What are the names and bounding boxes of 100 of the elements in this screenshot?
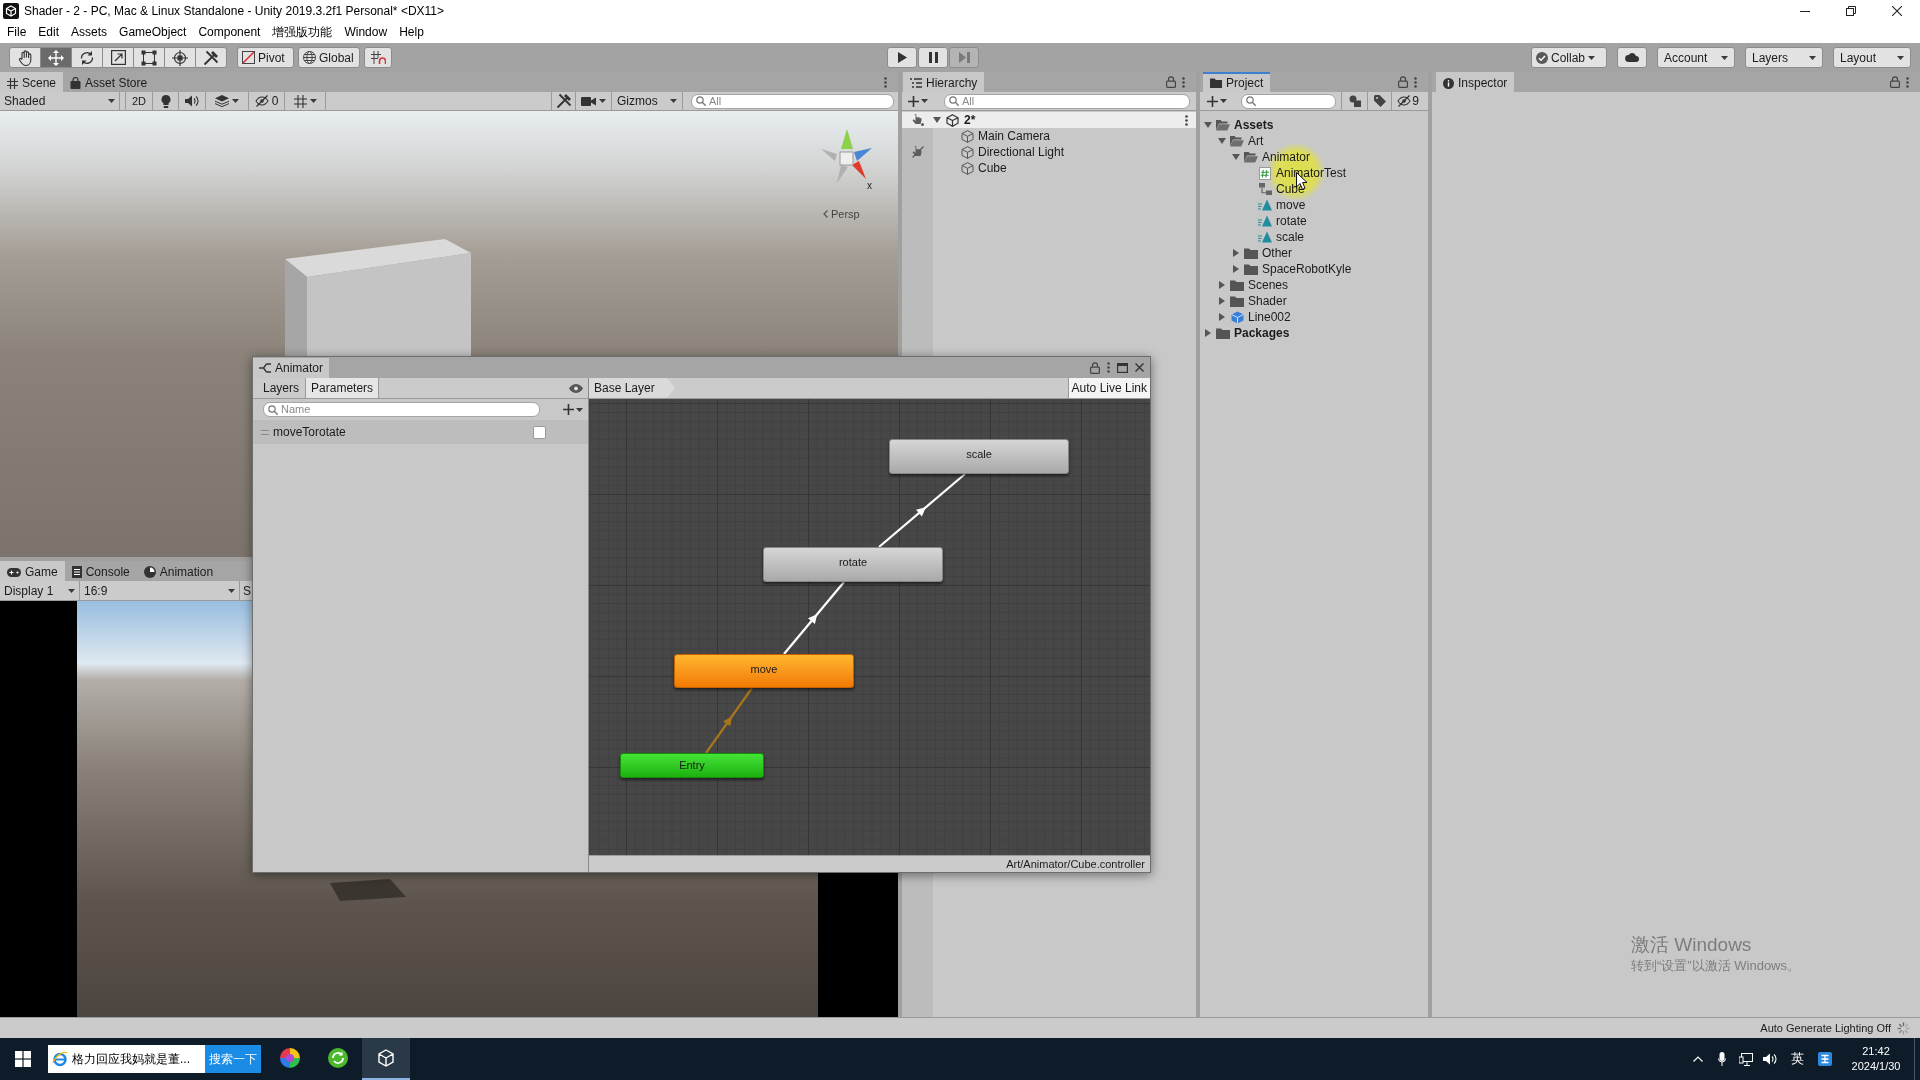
hierarchy-item[interactable]: Cube: [978, 159, 1007, 177]
caret-right-icon[interactable]: [1219, 313, 1225, 321]
hierarchy-item[interactable]: Main Camera: [978, 127, 1051, 145]
scene-tools-button[interactable]: [551, 92, 576, 110]
tool-button[interactable]: [195, 47, 227, 68]
caret-right-icon[interactable]: [1219, 281, 1225, 289]
project-item[interactable]: Other: [1262, 244, 1292, 262]
ime-icon[interactable]: [1818, 1052, 1832, 1066]
menu-icon[interactable]: [884, 76, 887, 88]
tool-button[interactable]: [102, 47, 134, 68]
pause-button[interactable]: [918, 47, 948, 68]
state-node[interactable]: scale: [889, 439, 1069, 474]
menu-icon[interactable]: [1414, 76, 1417, 88]
search-button[interactable]: 搜索一下: [205, 1045, 261, 1073]
breadcrumb[interactable]: Base Layer: [589, 378, 675, 398]
tool-button[interactable]: [71, 47, 103, 68]
scene-header-row[interactable]: 2*: [902, 112, 1196, 128]
menu-icon[interactable]: [1107, 362, 1110, 373]
account-dropdown[interactable]: Account: [1657, 47, 1735, 68]
shading-dropdown[interactable]: Shaded: [0, 92, 120, 110]
add-parameter-dropdown[interactable]: [563, 404, 583, 415]
auto-live-link-button[interactable]: Auto Live Link: [1067, 378, 1150, 398]
clock-time[interactable]: 21:42: [1862, 1044, 1890, 1059]
layout-dropdown[interactable]: Layout: [1833, 47, 1911, 68]
caret-right-icon[interactable]: [1233, 249, 1239, 257]
panel-tab[interactable]: Inspector: [1436, 72, 1515, 92]
menu-item[interactable]: Window: [338, 22, 394, 43]
aspect-dropdown[interactable]: 16:9: [80, 581, 240, 600]
panel-tab[interactable]: Game: [0, 561, 65, 581]
project-item[interactable]: Line002: [1248, 308, 1291, 326]
minimize-icon[interactable]: [1800, 10, 1810, 12]
default-state-node[interactable]: move: [674, 654, 854, 688]
crossed-pointer-hand-icon[interactable]: [911, 146, 924, 158]
panel-tab[interactable]: Layers: [257, 378, 306, 398]
project-item[interactable]: SpaceRobotKyle: [1262, 260, 1352, 278]
menu-item[interactable]: Assets: [65, 22, 114, 43]
cloud-button[interactable]: [1617, 47, 1647, 68]
menu-icon[interactable]: [1906, 76, 1909, 88]
chevron-up-icon[interactable]: [1693, 1056, 1703, 1062]
input-language[interactable]: 英: [1790, 1049, 1804, 1069]
hidden-objects-toggle[interactable]: 0: [249, 92, 285, 110]
caret-right-icon[interactable]: [1233, 265, 1239, 273]
tool-button[interactable]: [133, 47, 165, 68]
menu-item[interactable]: Help: [393, 22, 430, 43]
hierarchy-item[interactable]: Directional Light: [978, 143, 1065, 161]
parameter-row[interactable]: moveTorotate: [253, 420, 588, 444]
project-item[interactable]: Scenes: [1248, 276, 1289, 294]
pivot-button[interactable]: Pivot: [237, 47, 294, 68]
search-field[interactable]: All: [691, 93, 894, 109]
panel-tab[interactable]: Hierarchy: [903, 72, 985, 92]
tool-button[interactable]: [40, 47, 72, 68]
project-item[interactable]: rotate: [1276, 212, 1307, 230]
menu-item[interactable]: Edit: [32, 22, 66, 43]
network-icon[interactable]: [1739, 1052, 1753, 1066]
speaker-icon[interactable]: [1763, 1053, 1777, 1065]
state-node[interactable]: rotate: [763, 547, 943, 582]
projection-toggle[interactable]: Persp: [823, 206, 860, 223]
close-icon[interactable]: [1892, 6, 1902, 16]
menu-item[interactable]: File: [1, 22, 33, 43]
caret-right-icon[interactable]: [1205, 329, 1211, 337]
parameter-checkbox[interactable]: [533, 425, 546, 439]
global-button[interactable]: Global: [298, 47, 360, 68]
panel-tab[interactable]: Scene: [0, 72, 64, 92]
clock-date[interactable]: 2024/1/30: [1851, 1059, 1901, 1074]
tool-button[interactable]: [164, 47, 196, 68]
eye-icon[interactable]: [569, 383, 583, 393]
project-item[interactable]: Shader: [1248, 292, 1287, 310]
caret-down-icon[interactable]: [1204, 122, 1212, 128]
caret-right-icon[interactable]: [1219, 297, 1225, 305]
restore-icon[interactable]: [1846, 6, 1856, 16]
maximize-icon[interactable]: [1117, 362, 1128, 373]
menu-icon[interactable]: [1185, 114, 1188, 126]
mode-2d-button[interactable]: 2D: [125, 92, 153, 110]
windows-logo-icon[interactable]: [15, 1051, 31, 1067]
panel-tab[interactable]: Parameters: [305, 378, 380, 398]
window-tab[interactable]: Animator: [253, 358, 330, 378]
create-dropdown[interactable]: [908, 95, 928, 107]
panel-tab[interactable]: Project: [1203, 72, 1271, 92]
gizmos-dropdown[interactable]: Gizmos: [612, 92, 683, 110]
lock-icon[interactable]: [1890, 76, 1900, 88]
menu-item[interactable]: 增强版功能: [266, 22, 339, 43]
display-dropdown[interactable]: Display 1: [0, 581, 80, 600]
lock-icon[interactable]: [1398, 76, 1408, 88]
caret-down-icon[interactable]: [933, 117, 941, 123]
taskbar-search-field[interactable]: 格力回应我妈就是董...: [48, 1045, 205, 1073]
project-item[interactable]: Packages: [1234, 324, 1290, 342]
lock-icon[interactable]: [1166, 76, 1176, 88]
entry-node[interactable]: Entry: [620, 753, 764, 778]
collab-dropdown[interactable]: Collab: [1531, 47, 1607, 68]
hidden-packages-toggle[interactable]: 9: [1392, 92, 1424, 110]
menu-icon[interactable]: [1182, 76, 1185, 88]
search-field[interactable]: [1241, 93, 1336, 109]
menu-item[interactable]: GameObject: [113, 22, 193, 43]
tool-button[interactable]: [9, 47, 41, 68]
project-item[interactable]: Art: [1248, 132, 1264, 150]
caret-down-icon[interactable]: [1218, 138, 1226, 144]
search-field[interactable]: All: [944, 93, 1190, 109]
project-item[interactable]: scale: [1276, 228, 1304, 246]
project-item[interactable]: move: [1276, 196, 1306, 214]
project-item[interactable]: Assets: [1234, 116, 1274, 134]
